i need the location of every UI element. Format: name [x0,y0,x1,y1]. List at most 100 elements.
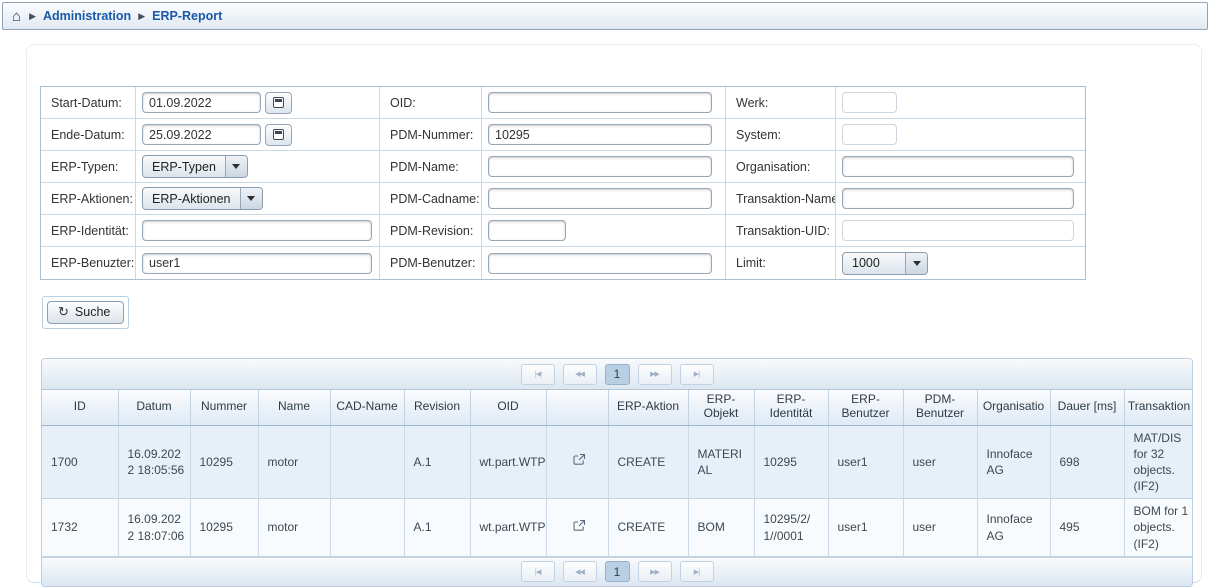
transaktion-name-input[interactable] [842,188,1074,209]
open-object-link-icon[interactable] [573,519,586,532]
search-button[interactable]: ↻ Suche [47,301,124,324]
oid-input[interactable] [488,92,712,113]
cell-cad-name [330,425,404,499]
column-header-dauer-ms: Dauer [ms] [1050,390,1124,425]
column-header-nummer: Nummer [190,390,258,425]
cell-pdm-benutzer: user [903,499,977,557]
cell-cad-name [330,499,404,557]
breadcrumb-administration[interactable]: Administration [43,9,131,23]
start-datum-input[interactable] [142,92,261,113]
calendar-icon [273,129,284,140]
cell-erp-aktion: CREATE [608,425,688,499]
cell-dauer-ms: 495 [1050,499,1124,557]
refresh-search-icon: ↻ [58,306,69,318]
cell-erp-identitaet: 10295 [754,425,828,499]
column-header-transaktion: Transaktion [1124,390,1193,425]
home-icon[interactable]: ⌂ [12,9,21,24]
organisation-input[interactable] [842,156,1074,177]
filter-form: Start-Datum: OID: Werk: Ende-Datum: PDM-… [40,86,1086,280]
cell-oid: wt.part.WTP [470,499,546,557]
pager-top-last-page-button[interactable]: ▶| [680,364,714,385]
werk-label: Werk: [726,87,836,119]
erp-benutzer-input[interactable] [142,253,372,274]
pager-bottom-next-page-button[interactable]: ▶▶ [638,561,672,582]
system-input[interactable] [842,124,897,145]
pager-top-prev-page-button[interactable]: ◀◀ [563,364,597,385]
limit-dropdown-value: 1000 [843,253,905,274]
start-datum-label: Start-Datum: [41,87,136,119]
cell-name: motor [258,499,330,557]
erp-typen-label: ERP-Typen: [41,151,136,183]
column-header-revision: Revision [404,390,470,425]
cell-erp-objekt: MATERIAL [688,425,754,499]
cell-pdm-benutzer: user [903,425,977,499]
column-header-erp-identitaet: ERP-Identität [754,390,828,425]
erp-aktionen-dropdown-value: ERP-Aktionen [143,188,240,209]
table-header-row: ID Datum Nummer Name CAD-Name Revision O… [42,390,1193,425]
transaktion-uid-input[interactable] [842,220,1074,241]
pdm-revision-input[interactable] [488,220,566,241]
pager-bottom-last-page-button[interactable]: ▶| [680,561,714,582]
werk-input[interactable] [842,92,897,113]
limit-dropdown[interactable]: 1000 [842,252,928,275]
erp-identitaet-input[interactable] [142,220,372,241]
erp-identitaet-label: ERP-Identität: [41,215,136,247]
ende-datum-input[interactable] [142,124,261,145]
cell-organisation: Innoface AG [977,425,1050,499]
pdm-nummer-input[interactable] [488,124,712,145]
column-header-name: Name [258,390,330,425]
pager-top-next-page-button[interactable]: ▶▶ [638,364,672,385]
cell-link [546,425,608,499]
pager-top-current-page-button[interactable]: 1 [605,364,630,385]
column-header-erp-aktion: ERP-Aktion [608,390,688,425]
cell-nummer: 10295 [190,425,258,499]
pdm-nummer-label: PDM-Nummer: [380,119,482,151]
table-row: 1732 16.09.2022 18:07:06 10295 motor A.1… [42,499,1193,557]
pager-bottom-current-page-button[interactable]: 1 [605,561,630,582]
pdm-benutzer-input[interactable] [488,253,712,274]
pdm-name-input[interactable] [488,156,712,177]
pager-top-first-page-button[interactable]: |◀ [521,364,555,385]
cell-id: 1732 [42,499,118,557]
cell-erp-benutzer: user1 [828,425,903,499]
results-grid: |◀ ◀◀ 1 ▶▶ ▶| ID Datum Nummer Name CAD-N… [41,358,1193,587]
erp-benutzer-label: ERP-Benuzter: [41,247,136,279]
pager-bottom-prev-page-button[interactable]: ◀◀ [563,561,597,582]
search-button-label: Suche [75,305,110,319]
pdm-benutzer-label: PDM-Benutzer: [380,247,482,279]
pdm-cadname-input[interactable] [488,188,712,209]
search-button-panel: ↻ Suche [42,296,129,329]
breadcrumb-erp-report[interactable]: ERP-Report [152,9,222,23]
column-header-erp-benutzer: ERP-Benutzer [828,390,903,425]
erp-aktionen-dropdown[interactable]: ERP-Aktionen [142,187,263,210]
breadcrumb-separator-icon: ▶ [138,11,145,22]
cell-erp-benutzer: user1 [828,499,903,557]
organisation-label: Organisation: [726,151,836,183]
open-object-link-icon[interactable] [573,453,586,466]
column-header-id: ID [42,390,118,425]
breadcrumb-separator-icon: ▶ [29,11,36,22]
chevron-down-icon [225,156,247,177]
cell-organisation: Innoface AG [977,499,1050,557]
ende-datum-calendar-button[interactable] [265,124,292,146]
pdm-cadname-label: PDM-Cadname: [380,183,482,215]
breadcrumb-bar: ⌂ ▶ Administration ▶ ERP-Report [2,2,1208,30]
cell-erp-aktion: CREATE [608,499,688,557]
column-header-cad-name: CAD-Name [330,390,404,425]
erp-typen-dropdown[interactable]: ERP-Typen [142,155,248,178]
cell-oid: wt.part.WTP [470,425,546,499]
chevron-down-icon [905,253,927,274]
erp-aktionen-label: ERP-Aktionen: [41,183,136,215]
column-header-datum: Datum [118,390,190,425]
pager-bottom: |◀ ◀◀ 1 ▶▶ ▶| [42,557,1192,586]
column-header-erp-objekt: ERP-Objekt [688,390,754,425]
start-datum-calendar-button[interactable] [265,92,292,114]
pager-bottom-first-page-button[interactable]: |◀ [521,561,555,582]
table-row: 1700 16.09.2022 18:05:56 10295 motor A.1… [42,425,1193,499]
ende-datum-label: Ende-Datum: [41,119,136,151]
chevron-down-icon [240,188,262,209]
cell-dauer-ms: 698 [1050,425,1124,499]
pager-top: |◀ ◀◀ 1 ▶▶ ▶| [42,359,1192,390]
cell-revision: A.1 [404,499,470,557]
cell-link [546,499,608,557]
